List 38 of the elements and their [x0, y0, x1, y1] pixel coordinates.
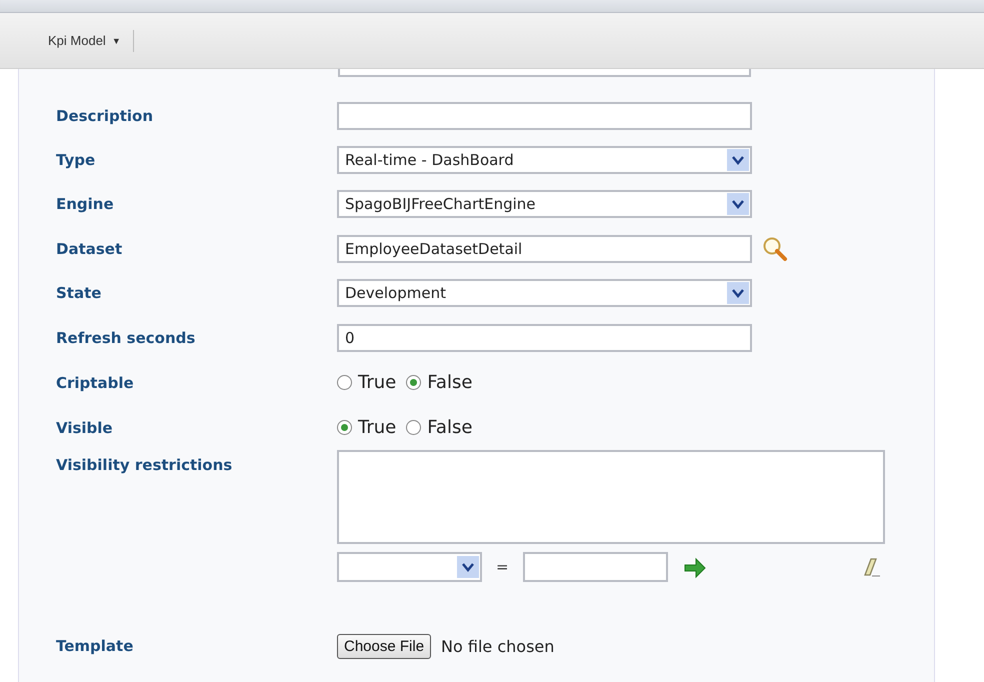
radio-button[interactable]	[406, 420, 422, 435]
field-label: Visibility restrictions	[56, 456, 234, 474]
choose-file-button[interactable]: Choose File	[337, 634, 432, 658]
radio-button[interactable]	[337, 375, 352, 390]
chevron-down-icon	[732, 288, 744, 298]
radio-label: False	[427, 417, 472, 438]
arrow-icon[interactable]	[682, 555, 708, 579]
field-label: Template	[56, 637, 134, 655]
dropdown[interactable]: Development	[337, 279, 752, 307]
search-icon[interactable]	[762, 236, 788, 262]
file-status: No file chosen	[441, 636, 554, 656]
radio-button[interactable]	[406, 375, 422, 390]
dropdown[interactable]	[337, 552, 482, 582]
field-label: Type	[56, 151, 96, 169]
text-area[interactable]	[337, 450, 885, 544]
radio-button[interactable]	[337, 420, 352, 435]
field-label: Visible	[56, 418, 114, 436]
field-label: Dataset	[56, 240, 124, 258]
chevron-down-icon	[732, 200, 744, 208]
dropdown[interactable]: Real-time - DashBoard	[337, 146, 752, 174]
dropdown[interactable]: SpagoBIJFreeChartEngine	[337, 190, 752, 218]
equals-sign: =	[496, 558, 509, 576]
menu-button[interactable]: Kpi Model ▼	[44, 31, 125, 50]
radio-label: False	[427, 372, 472, 393]
radio-label: True	[358, 372, 396, 393]
chevron-down-icon	[462, 562, 474, 572]
chevron-down-icon	[732, 156, 744, 164]
radio-label: True	[358, 417, 396, 438]
field-label: Refresh seconds	[56, 328, 196, 346]
text-field[interactable]	[338, 69, 751, 77]
field-label: Criptable	[56, 374, 135, 392]
text-field[interactable]	[337, 102, 752, 130]
text-field[interactable]: EmployeeDatasetDetail	[337, 234, 752, 262]
text-field[interactable]: 0	[337, 324, 752, 352]
text-field[interactable]	[522, 552, 668, 582]
field-label: Engine	[56, 195, 115, 213]
field-label: Description	[56, 106, 154, 124]
field-label: State	[56, 284, 102, 302]
